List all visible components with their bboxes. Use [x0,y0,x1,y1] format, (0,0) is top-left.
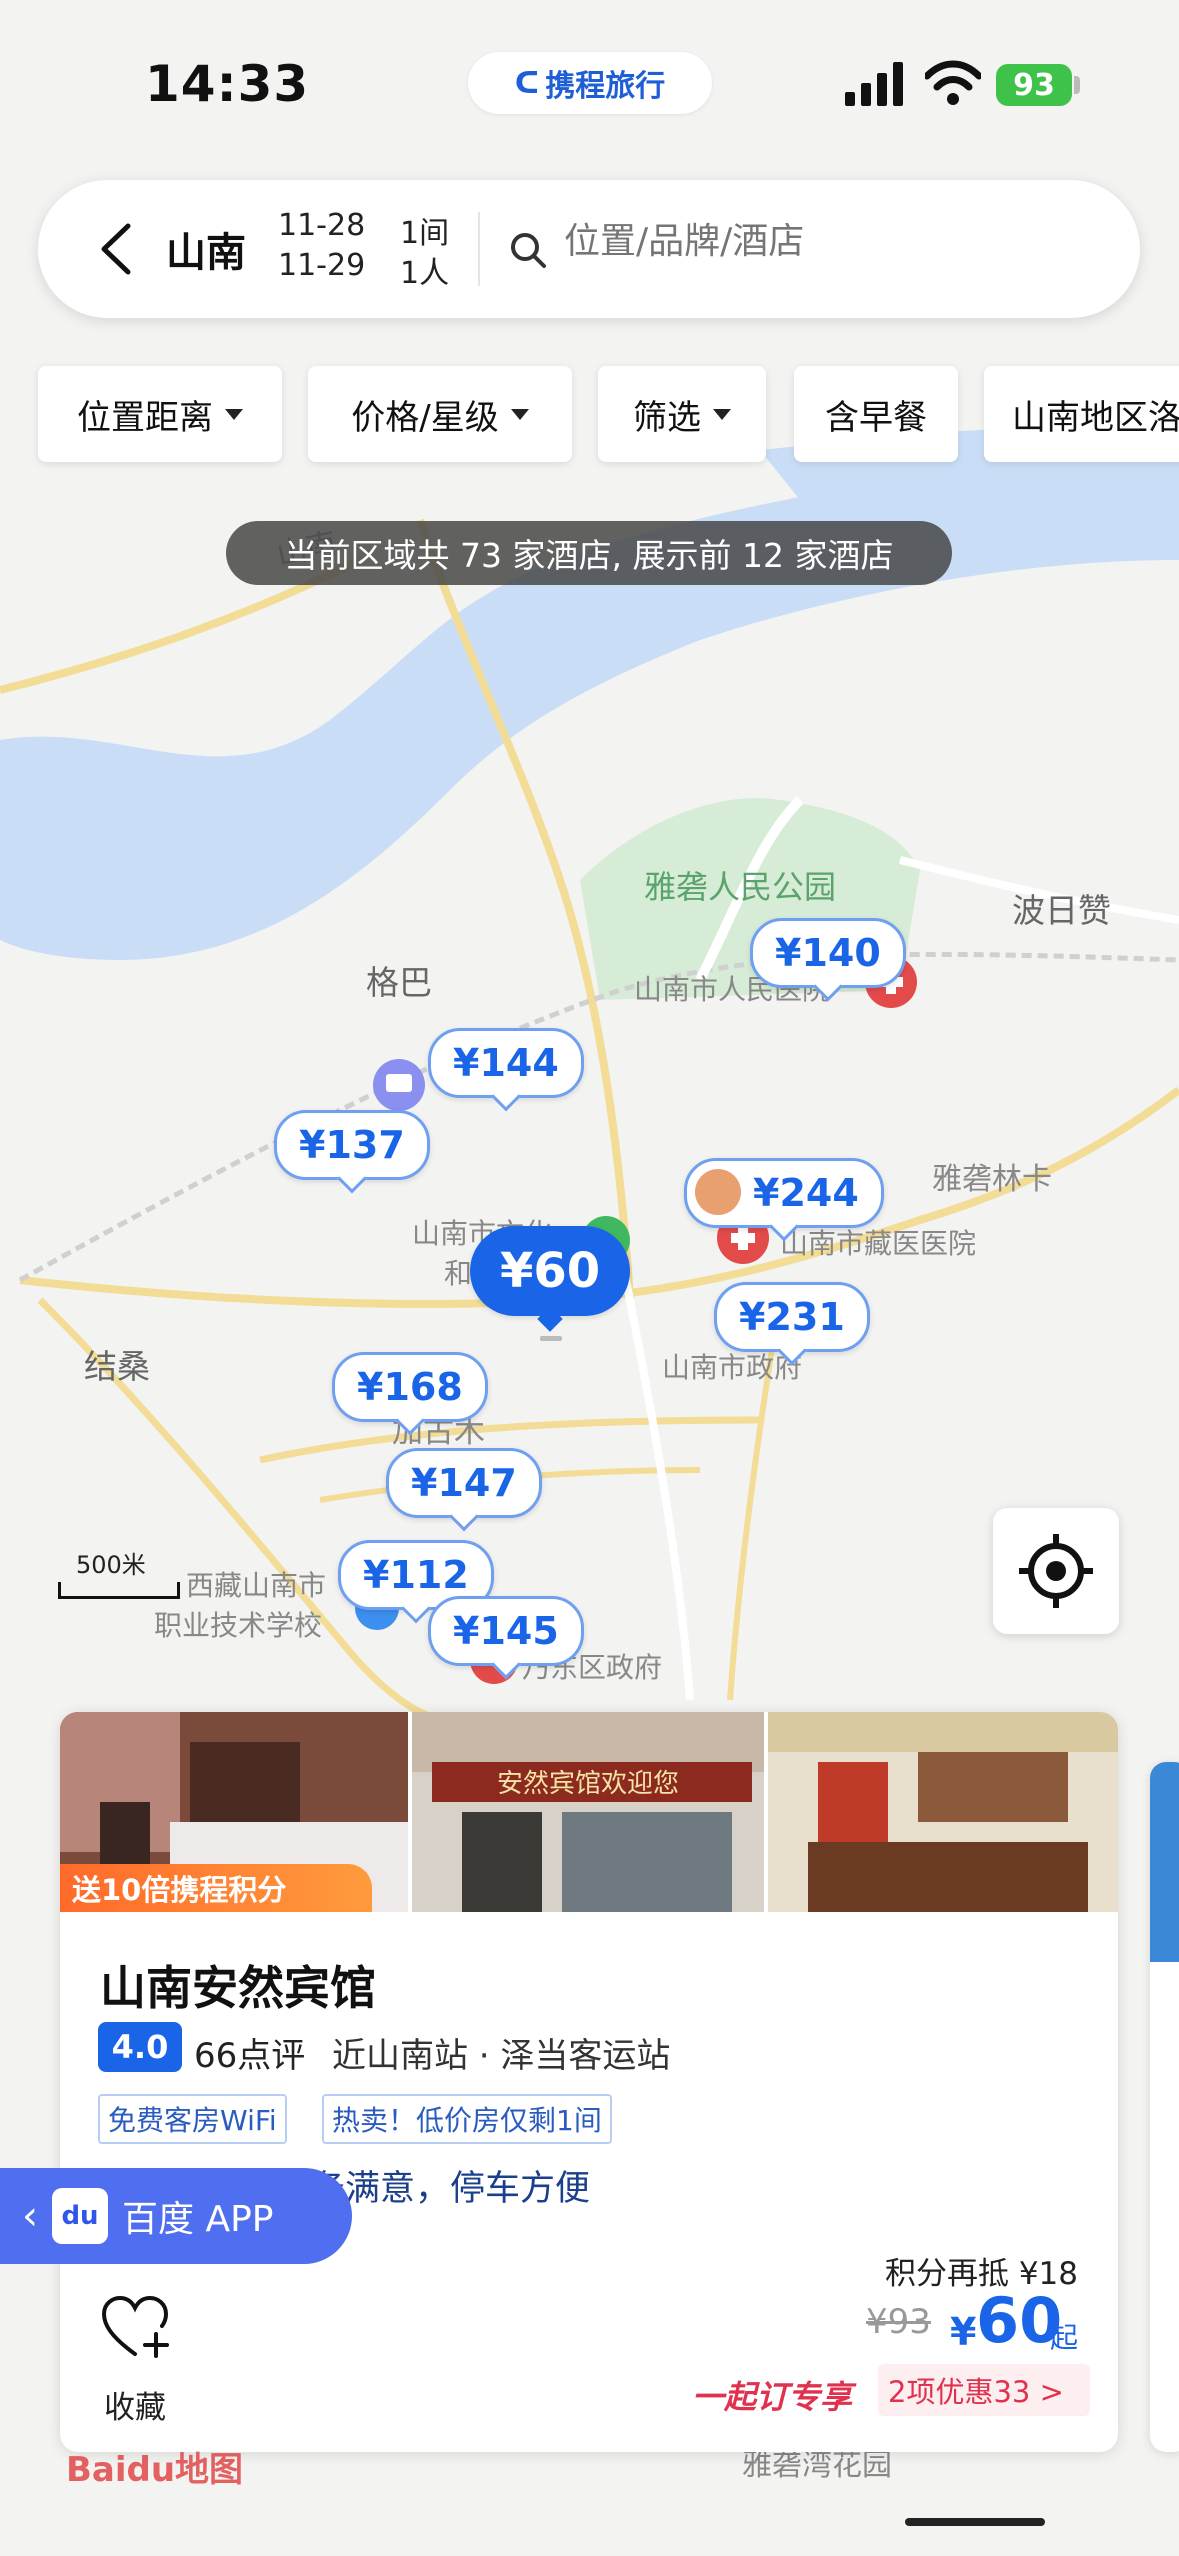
info-pill: 当前区域共 73 家酒店, 展示前 12 家酒店 [226,521,952,585]
map-scale: 500米 [58,1545,180,1599]
hotel-location: 近山南站 · 泽当客运站 [332,2036,671,2076]
crosshair-icon [1019,1534,1093,1608]
favorite-label[interactable]: 收藏 [104,2382,166,2427]
price-marker-label: ¥244 [753,1171,859,1215]
hotel-logo-icon [695,1169,741,1215]
baidu-app-button[interactable]: ‹ du 百度 APP [0,2168,352,2264]
filter-location-label: 位置距离 [77,397,213,438]
price-marker-label: ¥145 [453,1609,559,1653]
map-label-tibetan-hospital: 山南市藏医医院 [780,1227,977,1260]
price-marker[interactable]: ¥147 [386,1448,542,1532]
hotel-card[interactable]: 安然宾馆欢迎您 送10倍携程积分 山南安然宾馆 4.0 66点评 近山南站 · … [60,1712,1118,2452]
battery-tip [1074,76,1080,94]
map-scale-label: 500米 [76,1551,146,1579]
map-label-yalong-linka: 雅砻林卡 [932,1162,1052,1197]
map-label-school-2: 职业技术学校 [154,1609,323,1642]
filter-price[interactable]: 价格/星级 [308,366,572,462]
city-selector[interactable]: 山南 [166,220,246,278]
price-marker[interactable]: ¥144 [428,1028,584,1112]
search-divider [478,212,480,286]
baidu-logo-icon: du [52,2188,108,2244]
hotel-name[interactable]: 山南安然宾馆 [100,1952,376,2018]
baidu-map-watermark: Baidu地图 [66,2450,244,2490]
price-marker[interactable]: ¥168 [332,1352,488,1436]
map-label-park: 雅砻人民公园 [644,868,837,906]
baidu-app-label: 百度 APP [122,2199,274,2240]
price-marker-label: ¥144 [453,1041,559,1085]
price-marker-label: ¥140 [775,931,881,975]
price-marker[interactable]: ¥145 [428,1596,584,1680]
status-time: 14:33 [145,55,310,113]
price-marker[interactable]: ¥140 [750,918,906,1002]
original-price: ¥93 [866,2302,931,2342]
hotel-sign-text: 安然宾馆欢迎您 [497,1769,679,1799]
room-count[interactable]: 1间 [400,208,449,252]
deals-button[interactable]: 2项优惠33 > [878,2364,1090,2416]
review-count: 66点评 [194,2036,306,2076]
search-icon [511,233,546,268]
next-hotel-card[interactable] [1150,1762,1179,2452]
price-marker-label: ¥168 [357,1365,463,1409]
guest-count[interactable]: 1人 [400,248,449,292]
filter-breakfast-label: 含早餐 [825,397,927,438]
filter-more[interactable]: 筛选 [598,366,766,462]
map-label-geba: 格巴 [366,963,432,1002]
price-marker-label: ¥137 [299,1123,405,1167]
map-label-school: 西藏山南市 [186,1569,327,1602]
price-marker[interactable]: ¥244 [684,1158,884,1242]
caret-down-icon [713,408,731,420]
price-marker[interactable]: ¥231 [714,1282,870,1366]
map-label-bori: 波日赞 [1012,891,1111,930]
promo-badge: 送10倍携程积分 [60,1864,372,1912]
group-deal-label: 一起订专享 [692,2378,853,2416]
filter-location[interactable]: 位置距离 [38,366,282,462]
map-label-jiesang: 结桑 [84,1347,150,1386]
price-marker-label: ¥147 [411,1461,517,1505]
hotel-photo-entrance[interactable]: 安然宾馆欢迎您 [412,1712,764,1912]
tag-wifi: 免费客房WiFi [98,2094,287,2144]
price-marker-selected[interactable]: ¥60 [470,1226,631,1332]
caret-down-icon [510,408,529,420]
hotel-photo-lobby[interactable] [768,1712,1118,1912]
search-input[interactable] [562,220,1086,263]
price-marker-label: ¥231 [739,1295,845,1339]
price-marker[interactable]: ¥137 [274,1110,430,1194]
heart-plus-icon[interactable] [100,2294,170,2364]
chevron-left-icon: ‹ [22,2193,38,2239]
filter-breakfast[interactable]: 含早餐 [794,366,958,462]
checkout-date[interactable]: 11-29 [278,248,365,283]
rating-badge: 4.0 [98,2022,182,2072]
battery-icon: 93 [996,64,1072,106]
locate-button[interactable] [993,1508,1119,1634]
back-arrow-icon[interactable] [96,222,136,276]
checkin-date[interactable]: 11-28 [278,208,365,243]
search-bar[interactable]: 山南 11-28 11-29 1间 1人 [38,180,1140,318]
price-marker-label: ¥60 [500,1243,601,1299]
app-name: 携程旅行 [545,69,666,104]
next-hotel-photo [1150,1762,1179,1962]
price-marker-label: ¥112 [363,1553,469,1597]
app-logo-icon: ᑕ [514,65,540,101]
price-currency: ¥ [950,2310,977,2354]
price-suffix: 起 [1050,2321,1079,2354]
app-logo: ᑕ 携程旅行 [468,52,712,114]
map-scale-bar [58,1582,180,1599]
filter-area[interactable]: 山南地区洛 [984,366,1179,462]
wifi-icon [925,60,981,105]
filter-more-label: 筛选 [633,397,701,438]
filter-price-label: 价格/星级 [351,397,499,438]
filter-area-label: 山南地区洛 [1012,397,1179,438]
map-label-culture-center-2: 和 [444,1257,473,1290]
tag-hot-sale: 热卖！低价房仅剩1间 [322,2094,612,2144]
caret-down-icon [225,408,243,420]
signal-icon [845,62,903,106]
home-indicator [905,2518,1045,2526]
